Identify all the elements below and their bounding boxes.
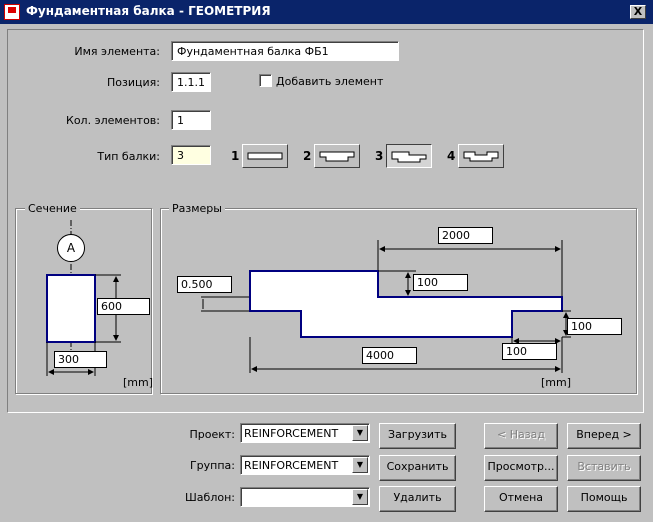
insert-button[interactable]: Вставить [567, 455, 641, 481]
top-length-input[interactable]: 2000 [438, 227, 493, 244]
chevron-down-icon[interactable]: ▼ [352, 457, 368, 473]
delete-button[interactable]: Удалить [379, 486, 456, 512]
group-select[interactable]: REINFORCEMENT ▼ [240, 455, 370, 475]
template-label: Шаблон: [185, 491, 235, 504]
project-label: Проект: [189, 428, 235, 441]
count-label: Кол. элементов: [66, 114, 160, 127]
cancel-button[interactable]: Отмена [484, 486, 558, 512]
dimensions-group-label: Размеры [169, 202, 225, 215]
section-marker: A [57, 234, 85, 262]
help-button[interactable]: Помощь [567, 486, 641, 512]
position-label: Позиция: [107, 76, 160, 89]
bottom-step-input[interactable]: 100 [502, 343, 557, 360]
count-input[interactable]: 1 [171, 110, 211, 130]
project-select[interactable]: REINFORCEMENT ▼ [240, 423, 370, 443]
name-input[interactable]: Фундаментная балка ФБ1 [171, 41, 399, 61]
add-element-label: Добавить элемент [276, 75, 384, 88]
dimensions-units: [mm] [541, 376, 572, 389]
back-button[interactable]: < Назад [484, 423, 558, 449]
beam-type-4-number: 4 [447, 149, 456, 163]
group-label: Группа: [189, 459, 235, 472]
beam-type-2-button[interactable] [314, 144, 360, 168]
beam-type-label: Тип балки: [97, 150, 160, 163]
slope-input[interactable]: 0.500 [177, 276, 232, 293]
chevron-down-icon[interactable]: ▼ [352, 489, 368, 505]
preview-button[interactable]: Просмотр... [484, 455, 558, 481]
stepped-beam-icon [391, 151, 427, 163]
beam-type-3-number: 3 [375, 149, 384, 163]
template-select[interactable]: ▼ [240, 487, 370, 507]
window-title: Фундаментная балка - ГЕОМЕТРИЯ [26, 4, 271, 18]
project-select-value: REINFORCEMENT [244, 427, 339, 440]
beam-type-4-button[interactable] [458, 144, 504, 168]
step-height-input[interactable]: 100 [413, 274, 468, 291]
app-icon [4, 4, 20, 20]
group-select-value: REINFORCEMENT [244, 459, 339, 472]
chevron-down-icon[interactable]: ▼ [352, 425, 368, 441]
rect-beam-icon [247, 152, 283, 160]
close-button[interactable]: X [630, 5, 646, 19]
beam-profile-drawing [201, 240, 571, 373]
beam-type-input[interactable]: 3 [171, 145, 211, 165]
inverted-tee-beam-icon [319, 151, 355, 162]
beam-type-1-button[interactable] [242, 144, 288, 168]
total-length-input[interactable]: 4000 [362, 347, 417, 364]
next-button[interactable]: Вперед > [567, 423, 641, 449]
load-button[interactable]: Загрузить [379, 423, 456, 449]
double-stepped-beam-icon [463, 151, 499, 162]
section-units: [mm] [123, 376, 154, 389]
beam-type-3-button[interactable] [386, 144, 432, 168]
right-height-input[interactable]: 100 [567, 318, 622, 335]
beam-type-1-number: 1 [231, 149, 240, 163]
section-height-input[interactable]: 600 [97, 298, 150, 315]
section-group-label: Сечение [25, 202, 80, 215]
title-bar: Фундаментная балка - ГЕОМЕТРИЯ X [0, 0, 653, 24]
position-input[interactable]: 1.1.1 [171, 72, 211, 92]
section-width-input[interactable]: 300 [54, 351, 107, 368]
beam-type-2-number: 2 [303, 149, 312, 163]
save-button[interactable]: Сохранить [379, 455, 456, 481]
add-element-checkbox[interactable] [259, 74, 272, 87]
name-label: Имя элемента: [74, 45, 160, 58]
